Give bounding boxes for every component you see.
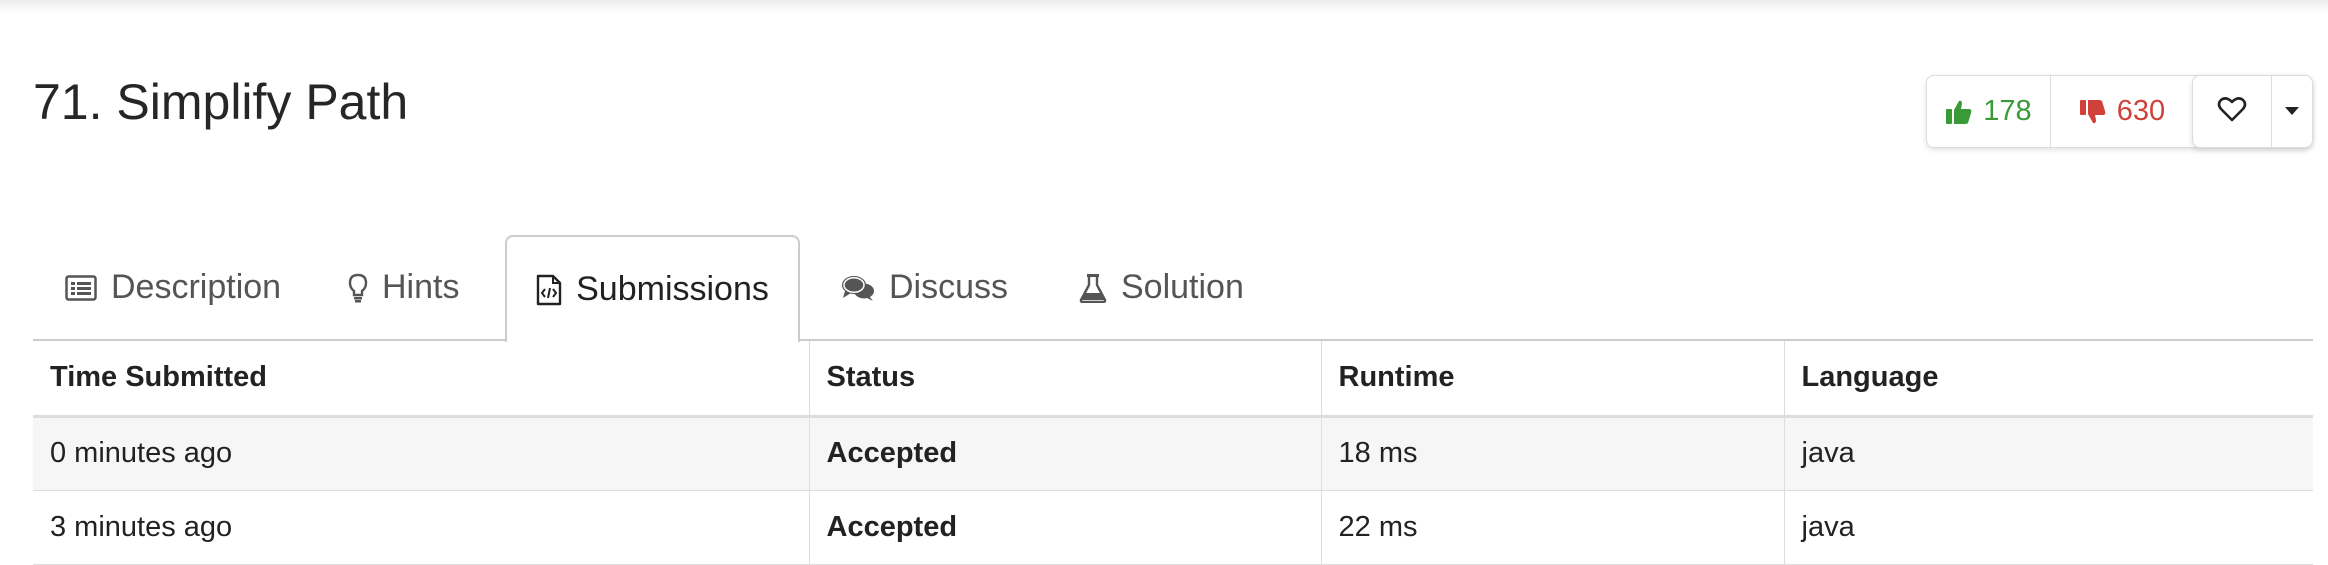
table-row: 3 minutes ago Accepted 22 ms java	[33, 490, 2313, 565]
dislike-count: 630	[2116, 95, 2166, 127]
code-file-icon	[536, 274, 562, 306]
tab-hints[interactable]: Hints	[348, 235, 459, 340]
cell-status-link[interactable]: Accepted	[809, 416, 1322, 491]
dislike-button[interactable]: 630	[2051, 76, 2193, 147]
favorite-group	[2192, 75, 2313, 148]
list-icon	[65, 274, 97, 301]
flask-icon	[1079, 273, 1107, 303]
cell-status-link[interactable]: Accepted	[809, 490, 1322, 565]
header-time-submitted: Time Submitted	[33, 341, 810, 418]
header-runtime: Runtime	[1321, 341, 1785, 418]
table-header-row: Time Submitted Status Runtime Language	[33, 341, 2313, 418]
cell-runtime: 22 ms	[1321, 490, 1785, 565]
submissions-table: Time Submitted Status Runtime Language 0…	[33, 341, 2313, 565]
thumbs-down-icon	[2079, 98, 2107, 126]
like-count: 178	[1983, 95, 2032, 127]
tab-solution-label: Solution	[1121, 268, 1244, 306]
cell-language: java	[1784, 490, 2313, 565]
cell-language: java	[1784, 416, 2313, 491]
like-button[interactable]: 178	[1927, 76, 2051, 147]
cell-runtime: 18 ms	[1321, 416, 1785, 491]
favorite-dropdown-toggle[interactable]	[2272, 76, 2312, 147]
caret-down-icon	[2285, 103, 2299, 121]
page-title: 71. Simplify Path	[33, 74, 409, 130]
tab-discuss-label: Discuss	[889, 268, 1009, 306]
problem-tabs: Description Hints Submissions Discuss So…	[33, 235, 2313, 342]
lightbulb-icon	[348, 273, 368, 303]
tab-description-label: Description	[111, 268, 282, 306]
tab-description[interactable]: Description	[65, 235, 281, 340]
tab-solution[interactable]: Solution	[1079, 235, 1244, 340]
comments-icon	[841, 274, 875, 302]
cell-time-submitted: 3 minutes ago	[33, 490, 810, 565]
cell-time-submitted: 0 minutes ago	[33, 416, 810, 491]
tab-discuss[interactable]: Discuss	[841, 235, 1008, 340]
header-status: Status	[809, 341, 1322, 418]
header-language: Language	[1784, 341, 2313, 418]
thumbs-up-icon	[1945, 98, 1973, 126]
tab-hints-label: Hints	[382, 268, 460, 306]
heart-icon	[2217, 95, 2247, 128]
tab-submissions[interactable]: Submissions	[505, 235, 800, 342]
tab-submissions-label: Submissions	[576, 270, 769, 308]
table-row: 0 minutes ago Accepted 18 ms java	[33, 416, 2313, 491]
top-shadow	[0, 0, 2328, 14]
favorite-button[interactable]	[2193, 76, 2272, 147]
